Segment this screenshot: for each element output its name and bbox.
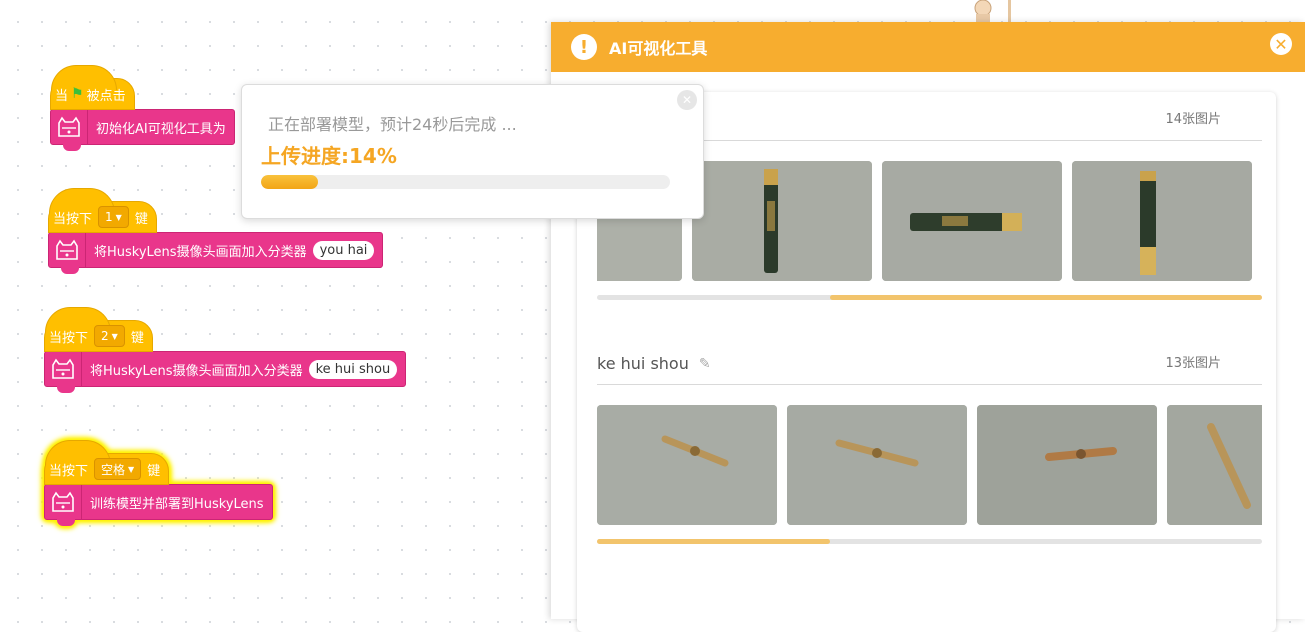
add-to-classifier-block[interactable]: 将HuskyLens摄像头画面加入分类器 ke hui shou: [44, 351, 407, 393]
upload-progress-label: 上传进度:14%: [261, 144, 397, 168]
add-to-classifier-block[interactable]: 将HuskyLens摄像头画面加入分类器 you hai: [48, 232, 384, 274]
deploy-message: 正在部署模型，预计24秒后完成 ...: [268, 115, 517, 134]
key-dropdown[interactable]: 空格 ▼: [94, 458, 142, 480]
thumbnail-image[interactable]: [787, 405, 967, 525]
classifier-name-input[interactable]: ke hui shou: [308, 359, 398, 379]
warning-icon: !: [571, 34, 597, 60]
huskylens-icon: [45, 352, 82, 386]
class-name-wrap: ke hui shou ✎: [597, 354, 711, 373]
class-section: ke hui shou ✎ 13张图片: [597, 344, 1262, 544]
image-count: 13张图片: [1165, 356, 1221, 371]
hat-label-clicked: 被点击: [86, 88, 126, 104]
image-count: 14张图片: [1165, 112, 1221, 127]
chevron-down-icon: ▼: [115, 212, 122, 222]
train-and-deploy-block[interactable]: 训练模型并部署到HuskyLens: [44, 484, 273, 526]
image-strip[interactable]: [597, 405, 1262, 525]
scrollbar-thumb[interactable]: [829, 295, 1262, 300]
when-flag-clicked-hat[interactable]: 当 ⚑ 被点击: [50, 65, 135, 110]
add-to-classifier-label: 将HuskyLens摄像头画面加入分类器: [94, 244, 307, 260]
script-key-space[interactable]: 当按下 空格 ▼ 键 训练模型并部署到HuskyLens: [44, 440, 273, 526]
train-and-deploy-label: 训练模型并部署到HuskyLens: [90, 496, 264, 512]
hat-label-when-key: 当按下: [49, 330, 89, 346]
key-dropdown[interactable]: 2 ▼: [94, 325, 125, 347]
init-ai-tool-block[interactable]: 初始化AI可视化工具为: [50, 109, 235, 151]
class-section-header: ke hui shou ✎ 13张图片: [597, 344, 1262, 385]
chevron-down-icon: ▼: [128, 464, 135, 474]
add-to-classifier-label: 将HuskyLens摄像头画面加入分类器: [90, 363, 303, 379]
scrollbar-thumb[interactable]: [597, 539, 830, 544]
when-key-pressed-hat[interactable]: 当按下 1 ▼ 键: [48, 188, 157, 233]
thumbnail-image[interactable]: [692, 161, 872, 281]
edit-icon[interactable]: ✎: [699, 356, 711, 372]
key-value: 1: [105, 210, 113, 224]
key-value: 空格: [101, 462, 126, 477]
script-green-flag[interactable]: 当 ⚑ 被点击 初始化AI可视化工具为: [50, 65, 235, 151]
hat-label-when: 当: [55, 88, 69, 104]
deploy-progress-dialog: ✕ 正在部署模型，预计24秒后完成 ... 上传进度:14%: [241, 84, 704, 219]
thumbnail-image[interactable]: [1072, 161, 1252, 281]
horizontal-scrollbar[interactable]: [597, 295, 1262, 300]
thumbnail-image[interactable]: [882, 161, 1062, 281]
panel-title: AI可视化工具: [609, 39, 708, 58]
script-key-2[interactable]: 当按下 2 ▼ 键 将HuskyLens摄像头画面加入分类器 ke hui sho…: [44, 307, 407, 393]
sprite-avatar: [974, 0, 1011, 24]
huskylens-icon: [51, 110, 88, 144]
huskylens-icon: [45, 485, 82, 519]
hat-label-when-key: 当按下: [53, 211, 93, 227]
thumbnail-image[interactable]: [1167, 405, 1262, 525]
progress-bar-fill: [261, 175, 319, 189]
close-icon[interactable]: ✕: [1270, 33, 1292, 55]
init-ai-tool-label: 初始化AI可视化工具为: [96, 121, 226, 137]
when-key-pressed-hat[interactable]: 当按下 空格 ▼ 键: [44, 440, 170, 485]
hat-label-key: 键: [134, 211, 148, 227]
hat-label-when-key: 当按下: [49, 463, 89, 479]
hat-label-key: 键: [130, 330, 144, 346]
horizontal-scrollbar[interactable]: [597, 539, 1262, 544]
huskylens-icon: [49, 233, 86, 267]
close-icon[interactable]: ✕: [677, 90, 697, 110]
progress-bar: [261, 175, 670, 189]
classifier-name-input[interactable]: you hai: [312, 240, 375, 260]
key-dropdown[interactable]: 1 ▼: [98, 206, 129, 228]
key-value: 2: [101, 329, 109, 343]
hat-label-key: 键: [147, 463, 161, 479]
green-flag-icon: ⚑: [71, 86, 84, 102]
thumbnail-image[interactable]: [597, 405, 777, 525]
chevron-down-icon: ▼: [111, 331, 118, 341]
panel-header: ! AI可视化工具 ✕: [551, 22, 1305, 72]
class-name[interactable]: ke hui shou: [597, 354, 689, 373]
when-key-pressed-hat[interactable]: 当按下 2 ▼ 键: [44, 307, 153, 352]
thumbnail-image[interactable]: [977, 405, 1157, 525]
